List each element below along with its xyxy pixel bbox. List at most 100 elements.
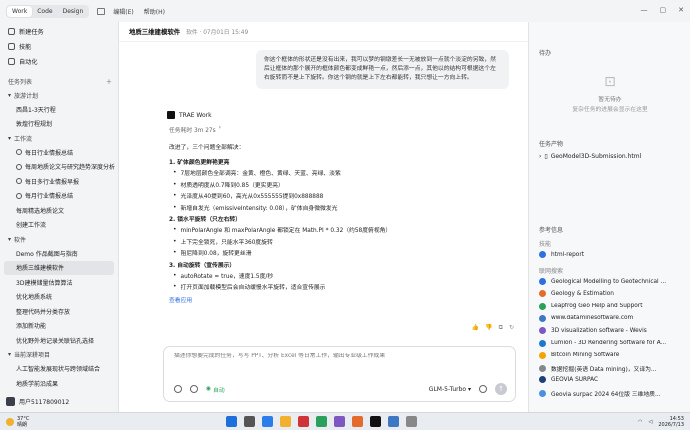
microphone-icon[interactable] — [479, 385, 487, 393]
minimize-icon[interactable]: — — [641, 6, 648, 14]
search-result-link[interactable]: Geological Modelling to Geotechnical ... — [539, 278, 689, 285]
maximize-icon[interactable]: ▢ — [660, 6, 667, 14]
user-profile[interactable]: 用户5117809012 — [6, 397, 69, 406]
task-item[interactable]: Demo 作品截图与指南 — [0, 246, 118, 261]
message-input[interactable] — [174, 353, 494, 359]
menu-bar: 编辑(E) 帮助(H) — [113, 7, 165, 16]
weather-widget[interactable]: 37°C 晴朗 — [6, 416, 29, 428]
task-item[interactable]: 人工智能发展现状与跨领域结合 — [0, 362, 118, 377]
list-item: autoRotate = true，速度1.5度/秒 — [169, 270, 509, 282]
search-result-link[interactable]: Lumion - 3D Rendering Software for A... — [539, 339, 689, 347]
tab-code[interactable]: Code — [32, 6, 57, 17]
task-item[interactable]: 每周地质论文与研究趋势深度分析 — [0, 160, 118, 175]
send-button[interactable]: ↑ — [495, 383, 507, 395]
duration-text: 任务耗时 3m 27s — [169, 128, 216, 134]
app-icon[interactable] — [388, 416, 399, 427]
search-result-link[interactable]: 数据挖掘(英语 Data mining)，又译为... — [539, 364, 689, 373]
group-workflow[interactable]: ▾ 工作流 — [0, 131, 118, 145]
skills-button[interactable]: 技能 — [4, 39, 114, 54]
task-item[interactable]: 创建工作流 — [0, 218, 118, 233]
task-item[interactable]: 每日多行业情报早报 — [0, 174, 118, 189]
username: 用户5117809012 — [19, 399, 70, 406]
browser-icon[interactable] — [262, 416, 273, 427]
search-result-title: Bitcoin Mining Software — [551, 352, 620, 359]
group-title: 软件 — [14, 236, 27, 244]
model-selector[interactable]: GLM-5-Turbo ▾ — [429, 386, 471, 393]
skill-item[interactable]: html-report — [539, 251, 689, 258]
auto-label: 自动 — [213, 387, 225, 394]
task-item-selected[interactable]: 地质三维建模软件 — [4, 260, 114, 275]
search-result-link[interactable]: GEOVIA SURPAC — [539, 376, 689, 384]
task-duration[interactable]: 任务耗时 3m 27s › — [169, 125, 221, 134]
app-icon[interactable] — [406, 416, 417, 427]
product-file[interactable]: › ▯ GeoModel3D-Submission.html — [539, 153, 641, 160]
weather-temp: 37°C — [17, 415, 30, 422]
folder-icon[interactable] — [280, 416, 291, 427]
search-result-link[interactable]: Geovia surpac 2024 64位版 三维地质... — [539, 389, 689, 398]
task-item[interactable]: 优化地质系统 — [0, 290, 118, 305]
task-item[interactable]: 3D建模储量估算算法 — [0, 275, 118, 290]
view-app-link[interactable]: 查看应用 — [169, 295, 509, 305]
site-favicon-icon — [539, 327, 546, 335]
clock-icon — [16, 149, 22, 156]
mode-switcher: Work Code Design — [6, 4, 90, 18]
start-icon[interactable] — [226, 416, 237, 427]
site-favicon-icon — [539, 339, 546, 347]
search-result-title: www.dataminesoftware.com — [551, 315, 634, 322]
new-task-button[interactable]: 新建任务 — [4, 24, 114, 39]
search-result-link[interactable]: Geology & Estimation — [539, 290, 689, 298]
site-favicon-icon — [539, 389, 546, 397]
task-item[interactable]: 整理代码并分类存放 — [0, 304, 118, 319]
automation-button[interactable]: 自动化 — [4, 54, 114, 69]
wifi-icon[interactable]: ◠ — [638, 419, 642, 425]
task-item[interactable]: 每月行业情报总结 — [0, 189, 118, 204]
task-item[interactable]: 添加新功能 — [0, 319, 118, 334]
task-item[interactable]: 敦煌行程规划 — [0, 117, 118, 132]
group-current-projects[interactable]: ▾ 当前深耕项目 — [0, 348, 118, 362]
sidebar-toggle-icon[interactable] — [97, 7, 106, 15]
volume-icon[interactable]: ◁ — [649, 419, 653, 425]
right-panel: 待办 ⊡ 暂无待办 复杂任务的进展会显示在这里 任务产物 › ▯ GeoMode… — [528, 22, 690, 412]
trae-logo-icon — [167, 111, 175, 119]
app-icon[interactable] — [316, 416, 327, 427]
task-item[interactable]: 优化野外地记录关联钻孔选择 — [0, 333, 118, 348]
group-title: 旅游计划 — [14, 92, 39, 100]
close-icon[interactable]: ✕ — [678, 6, 684, 14]
list-item: minPolarAngle 和 maxPolarAngle 都锁定在 Math.… — [169, 224, 509, 236]
retry-icon[interactable]: ↻ — [509, 324, 514, 332]
search-result-link[interactable]: 3D visualization software - Wevis — [539, 327, 689, 335]
task-item[interactable]: 每周精选地质论文 — [0, 203, 118, 218]
settings-icon[interactable] — [190, 385, 198, 393]
group-title: 当前深耕项目 — [14, 352, 51, 359]
search-icon[interactable] — [244, 416, 255, 427]
app-icon[interactable] — [298, 416, 309, 427]
task-item[interactable]: 地质学前沿成果 — [0, 376, 118, 391]
trae-app-icon[interactable] — [370, 416, 381, 427]
group-software[interactable]: ▾ 软件 — [0, 232, 118, 246]
search-result-link[interactable]: Bitcoin Mining Software — [539, 351, 689, 359]
search-result-title: 数据挖掘(英语 Data mining)，又译为... — [551, 367, 657, 374]
thumbs-down-icon[interactable]: 👎 — [485, 324, 492, 332]
window-controls: — ▢ ✕ — [641, 6, 685, 14]
add-icon[interactable]: ＋ — [106, 77, 112, 86]
task-item[interactable]: 每日行业情报总结 — [0, 145, 118, 160]
taskbar-clock[interactable]: 14:53 2026/7/13 — [658, 416, 684, 428]
copy-icon[interactable]: ⧉ — [499, 324, 503, 332]
app-icon[interactable] — [334, 416, 345, 427]
task-item[interactable]: 西昌1-3天行程 — [0, 102, 118, 117]
title-bar: Work Code Design 编辑(E) 帮助(H) — ▢ ✕ — [0, 0, 690, 22]
search-result-link[interactable]: Leapfrog Geo Help and Support — [539, 302, 689, 310]
thumbs-up-icon[interactable]: 👍 — [472, 324, 479, 332]
date: 2026/7/13 — [658, 422, 684, 428]
menu-edit[interactable]: 编辑(E) — [113, 7, 133, 16]
menu-help[interactable]: 帮助(H) — [144, 7, 165, 16]
app-icon[interactable] — [352, 416, 363, 427]
todo-title: 待办 — [539, 50, 552, 57]
list-item: 光泽度从40提到60，高光从0x555555提到0x888888 — [169, 190, 509, 202]
search-result-link[interactable]: www.dataminesoftware.com — [539, 314, 689, 322]
tab-design[interactable]: Design — [58, 6, 89, 17]
add-icon[interactable] — [174, 385, 182, 393]
group-travel[interactable]: ▾ 旅游计划 — [0, 88, 118, 102]
tab-work[interactable]: Work — [7, 5, 33, 17]
auto-mode-toggle[interactable]: ◉ 自动 — [206, 385, 225, 394]
